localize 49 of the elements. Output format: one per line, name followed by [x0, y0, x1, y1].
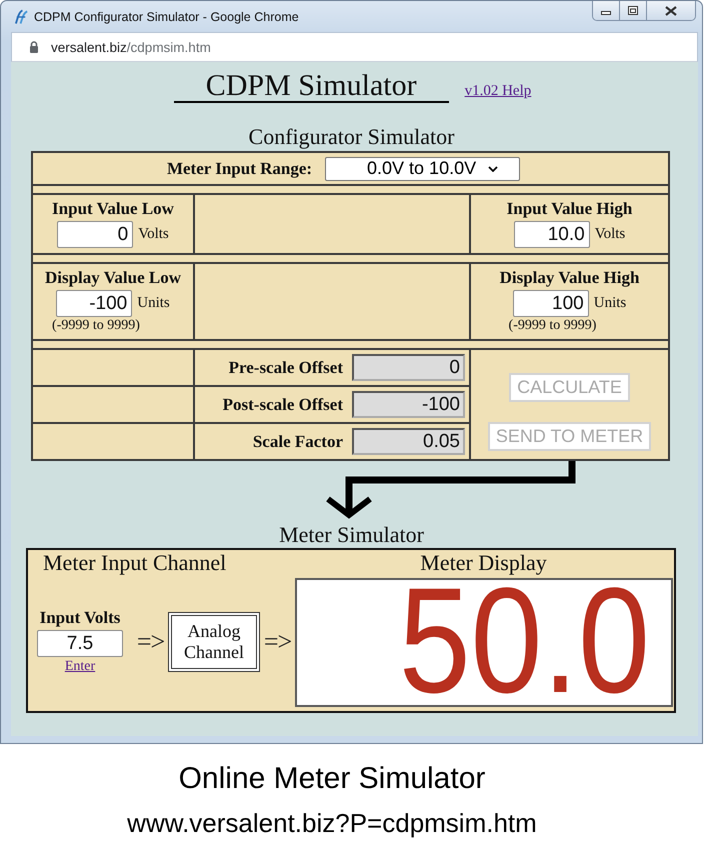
value-label: Display Value Low — [44, 268, 182, 288]
value-label: Input Value Low — [51, 199, 175, 219]
output-field: 0.05 — [352, 428, 465, 455]
range-label: Meter Input Range: — [166, 158, 312, 178]
input-field[interactable]: -100 — [56, 290, 132, 317]
caption-title: Online Meter Simulator — [178, 762, 486, 796]
input-field[interactable]: 0 — [57, 221, 134, 248]
analog-channel-block: Analog Channel — [168, 612, 260, 672]
result-label: Scale Factor — [252, 432, 343, 452]
enter-link[interactable]: Enter — [64, 659, 96, 675]
input-volts-label: Input Volts — [40, 608, 120, 628]
output-field: -100 — [352, 391, 465, 418]
minimize-icon — [601, 11, 611, 15]
range-hint: (-9999 to 9999) — [508, 317, 598, 334]
unit-label: Units — [594, 295, 626, 312]
window-title: CDPM Configurator Simulator - Google Chrome — [34, 10, 299, 24]
value-label: Display Value High — [498, 268, 640, 288]
close-button[interactable] — [647, 1, 695, 20]
unit-label: Volts — [138, 226, 169, 243]
help-link[interactable]: v1.02 Help — [464, 83, 532, 100]
close-icon — [665, 6, 677, 16]
meter-reading: 50.0 — [398, 585, 650, 695]
caption-url: www.versalent.biz?P=cdpmsim.htm — [126, 808, 538, 838]
input-field[interactable]: 10.0 — [514, 221, 590, 248]
maximize-icon — [628, 6, 638, 15]
output-field: 0 — [352, 354, 465, 381]
page-heading: CDPM Simulator — [174, 71, 449, 103]
arrow-text: => — [262, 626, 292, 656]
input-field[interactable]: 100 — [512, 290, 589, 317]
arrow-text: => — [136, 626, 166, 656]
address-bar[interactable]: versalent.biz/cdpmsim.htm — [11, 32, 698, 62]
minimize-button[interactable] — [593, 1, 620, 20]
panel-title: Meter Display — [419, 550, 548, 577]
unit-label: Units — [137, 295, 170, 312]
chevron-down-icon — [488, 166, 498, 172]
unit-label: Volts — [594, 226, 626, 243]
lock-icon — [29, 41, 39, 53]
input-field[interactable]: 7.5 — [37, 630, 123, 657]
result-label: Pre-scale Offset — [228, 358, 343, 378]
section-title: Configurator Simulator — [248, 125, 456, 149]
range-dropdown[interactable]: 0.0V to 10.0V — [325, 156, 520, 180]
result-label: Post-scale Offset — [222, 394, 343, 414]
value-label: Input Value High — [506, 199, 634, 219]
panel-title: Meter Input Channel — [42, 550, 228, 577]
site-logo-icon — [14, 8, 29, 24]
range-hint: (-9999 to 9999) — [51, 317, 141, 334]
maximize-button[interactable] — [620, 1, 647, 20]
url-text: versalent.biz/cdpmsim.htm — [51, 40, 211, 54]
section-title: Meter Simulator — [279, 523, 425, 547]
